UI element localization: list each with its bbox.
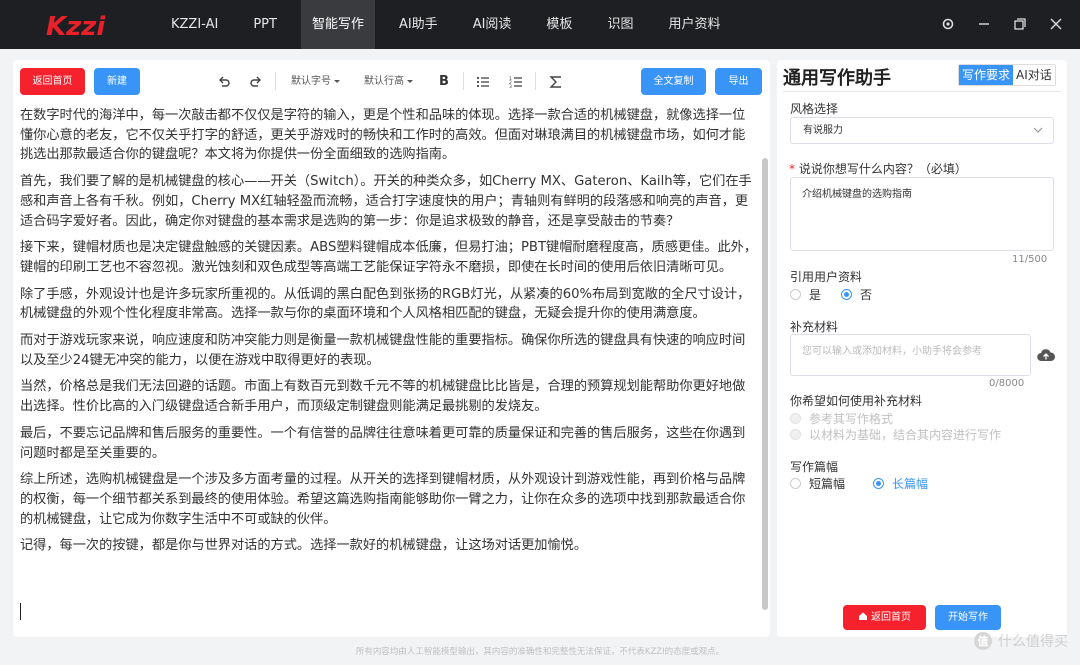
nav-item-6[interactable]: 识图: [596, 0, 644, 49]
nav-item-7[interactable]: 用户资料: [657, 0, 731, 49]
reference-radio-group: 是 否: [790, 286, 872, 303]
document-paragraph[interactable]: 除了手感，外观设计也是许多玩家所重视的。从低调的黑白配色到张扬的RGB灯光，从紧…: [20, 285, 758, 324]
length-long-label[interactable]: 长篇幅: [892, 475, 928, 492]
new-button[interactable]: 新建: [94, 68, 140, 95]
upload-cloud-icon[interactable]: [1037, 347, 1056, 366]
reference-label: 引用用户资料: [790, 270, 863, 284]
font-size-select[interactable]: 默认字号: [291, 68, 341, 95]
nav-item-5[interactable]: 模板: [535, 0, 583, 49]
home-icon: [859, 612, 867, 620]
close-icon[interactable]: [1046, 14, 1066, 34]
nav-item-1[interactable]: PPT: [242, 0, 288, 49]
length-long-radio[interactable]: [873, 478, 885, 489]
nav-item-2[interactable]: 智能写作: [300, 0, 375, 49]
nav-item-3[interactable]: AI助手: [388, 0, 449, 49]
document-paragraph[interactable]: 记得，每一次的按键，都是你与世界对话的方式。选择一款好的机械键盘，让这场对话更加…: [20, 536, 758, 556]
redo-icon[interactable]: [249, 68, 263, 95]
usage-base-label[interactable]: 以材料为基础，结合其内容进行写作: [809, 426, 1001, 443]
line-height-select[interactable]: 默认行高: [364, 68, 414, 95]
document-paragraph[interactable]: 综上所述，选购机械键盘是一个涉及多方面考量的过程。从开关的选择到键帽材质，从外观…: [20, 470, 758, 529]
caret-down-icon: [407, 79, 413, 83]
content-label: * 说说你想写什么内容？（必填）: [789, 160, 967, 177]
minimize-icon[interactable]: [974, 14, 994, 34]
content-label-text: 说说你想写什么内容？（必填）: [795, 162, 967, 176]
main-nav: KZZI-AI PPT 智能写作 AI助手 AI阅读 模板 识图 用户资料: [160, 0, 744, 49]
reference-yes-label[interactable]: 是: [809, 286, 821, 303]
window-controls: [938, 14, 1066, 34]
watermark-logo-icon: 值: [974, 632, 992, 650]
watermark-text: 什么值得买: [998, 634, 1068, 650]
supplement-textarea[interactable]: 您可以输入或添加材料，小助手将会参考: [790, 334, 1031, 376]
length-short-radio[interactable]: [790, 478, 801, 489]
usage-base-radio[interactable]: [790, 429, 801, 440]
usage-radio-format: 参考其写作格式: [790, 410, 893, 427]
toolbar-divider: [535, 72, 536, 90]
usage-format-radio[interactable]: [790, 413, 801, 424]
tab-writing-requirements[interactable]: 写作要求: [959, 65, 1014, 85]
disclaimer-footer: 所有内容均由人工智能模型输出，其内容的准确性和完整性无法保证，不代表KZZI的态…: [355, 647, 725, 657]
tab-ai-chat[interactable]: AI对话: [1013, 65, 1055, 85]
svg-text:值: 值: [978, 634, 989, 648]
toolbar-divider: [463, 72, 464, 90]
copy-all-button[interactable]: 全文复制: [641, 68, 706, 95]
usage-radio-base: 以材料为基础，结合其内容进行写作: [790, 426, 1001, 443]
supplement-label: 补充材料: [790, 320, 839, 334]
svg-text:3: 3: [509, 84, 512, 89]
usage-format-label[interactable]: 参考其写作格式: [809, 410, 893, 427]
text-cursor: [20, 603, 21, 620]
style-value: 有说服力: [803, 125, 843, 136]
writing-assistant-panel: 通用写作助手 写作要求 AI对话 风格选择 有说服力 * 说说你想写什么内容？（…: [777, 60, 1067, 637]
back-home-button[interactable]: 返回首页: [20, 68, 85, 95]
kzzi-logo[interactable]: Kzzi: [46, 10, 120, 40]
top-nav-bar: Kzzi KZZI-AI PPT 智能写作 AI助手 AI阅读 模板 识图 用户资料: [0, 0, 1080, 49]
reference-no-radio[interactable]: [841, 289, 853, 300]
style-select[interactable]: 有说服力: [790, 117, 1054, 144]
document-paragraph[interactable]: 当然，价格总是我们无法回避的话题。市面上有数百元到数千元不等的机械键盘比比皆是，…: [20, 377, 758, 416]
start-writing-button[interactable]: 开始写作: [935, 605, 1001, 630]
export-button[interactable]: 导出: [715, 68, 762, 95]
reference-yes-radio[interactable]: [790, 289, 801, 300]
length-label: 写作篇幅: [790, 460, 839, 474]
nav-item-0[interactable]: KZZI-AI: [160, 0, 229, 49]
toolbar-divider: [275, 72, 276, 90]
length-short-label[interactable]: 短篇幅: [809, 475, 845, 492]
content-counter: 11/500: [1012, 254, 1048, 265]
document-paragraph[interactable]: 在数字时代的海洋中，每一次敲击都不仅仅是字符的输入，更是个性和品味的体现。选择一…: [20, 106, 758, 165]
document-paragraph[interactable]: 首先，我们要了解的是机械键盘的核心——开关（Switch）。开关的种类众多，如C…: [20, 172, 758, 231]
reference-no-label[interactable]: 否: [860, 286, 872, 303]
caret-down-icon: [334, 79, 340, 83]
document-paragraph[interactable]: 最后，不要忘记品牌和售后服务的重要性。一个有信誉的品牌往往意味着更可靠的质量保证…: [20, 424, 758, 463]
content-textarea[interactable]: 介绍机械键盘的选购指南: [790, 177, 1054, 251]
bold-button[interactable]: B: [439, 68, 449, 95]
assistant-back-home-label: 返回首页: [871, 612, 911, 623]
document-paragraph[interactable]: 接下来，键帽材质也是决定键盘触感的关键因素。ABS塑料键帽成本低廉，但易打油；P…: [20, 238, 758, 277]
bullet-list-icon[interactable]: [476, 68, 490, 95]
nav-item-4[interactable]: AI阅读: [462, 0, 523, 49]
settings-icon[interactable]: [938, 14, 958, 34]
line-height-value: 默认行高: [364, 76, 404, 87]
assistant-tabs: 写作要求 AI对话: [958, 64, 1056, 86]
chevron-down-icon: [1033, 127, 1043, 133]
site-watermark: 值 什么值得买: [973, 631, 1068, 651]
length-radio-group: 短篇幅 长篇幅: [790, 475, 928, 492]
editor-scrollbar[interactable]: [762, 158, 768, 610]
editor-panel: 返回首页 新建 默认字号 默认行高 B 123 全文复制 导出 在数字时代的海洋…: [13, 60, 770, 637]
assistant-title: 通用写作助手: [783, 68, 891, 89]
svg-text:Kzzi: Kzzi: [46, 12, 106, 40]
assistant-back-home-button[interactable]: 返回首页: [843, 605, 926, 630]
usage-label: 你希望如何使用补充材料: [790, 394, 923, 408]
formula-icon[interactable]: [549, 68, 563, 95]
undo-icon[interactable]: [217, 68, 231, 95]
document-content[interactable]: 在数字时代的海洋中，每一次敲击都不仅仅是字符的输入，更是个性和品味的体现。选择一…: [20, 106, 758, 563]
document-paragraph[interactable]: 而对于游戏玩家来说，响应速度和防冲突能力则是衡量一款机械键盘性能的重要指标。确保…: [20, 331, 758, 370]
title-divider: [783, 91, 1061, 92]
restore-icon[interactable]: [1010, 14, 1030, 34]
font-size-value: 默认字号: [291, 76, 331, 87]
style-label: 风格选择: [790, 102, 839, 116]
ordered-list-icon[interactable]: 123: [509, 68, 523, 95]
supplement-counter: 0/8000: [989, 378, 1025, 389]
